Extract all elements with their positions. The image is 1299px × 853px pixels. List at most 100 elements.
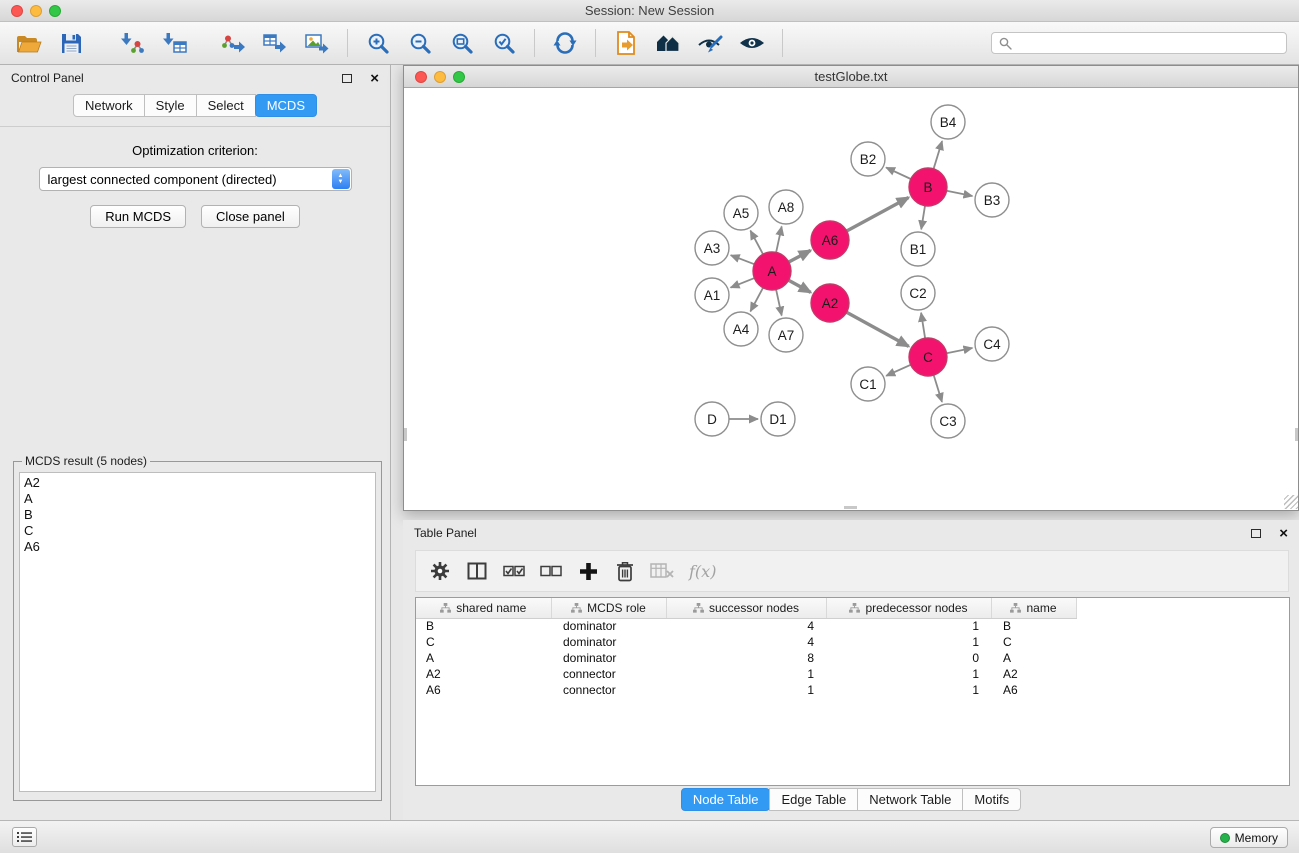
table-cell[interactable]: A2 [416,666,551,682]
graph-edge-B-B1[interactable] [921,206,925,230]
column-header-shared-name[interactable]: shared name [416,598,551,618]
graph-edge-A-A1[interactable] [731,278,755,288]
welcome-screen-button[interactable] [649,25,687,61]
column-header-name[interactable]: name [991,598,1076,618]
table-cell[interactable]: A6 [991,682,1076,698]
close-panel-icon[interactable]: × [1279,526,1288,541]
graph-edge-C-C3[interactable] [934,375,942,402]
table-cell[interactable]: connector [551,666,666,682]
graph-edge-A-A2[interactable] [789,280,811,292]
close-window-button[interactable] [11,5,23,17]
minimize-window-button[interactable] [30,5,42,17]
graph-edge-A6-B[interactable] [847,198,909,232]
column-header-successor-nodes[interactable]: successor nodes [666,598,826,618]
table-row[interactable]: Adominator80A [416,650,1076,666]
save-session-button[interactable] [52,25,90,61]
table-cell[interactable]: 4 [666,634,826,650]
tab-motifs[interactable]: Motifs [962,788,1021,811]
minimize-network-button[interactable] [434,71,446,83]
apply-layout-button[interactable] [546,25,584,61]
table-cell[interactable]: A [416,650,551,666]
tab-style[interactable]: Style [144,94,197,117]
mcds-result-item[interactable]: C [24,523,375,539]
graph-edge-C-C2[interactable] [921,313,925,338]
graph-edge-C-C4[interactable] [947,348,973,353]
close-panel-icon[interactable]: × [370,71,379,86]
graph-edge-A-A6[interactable] [789,250,811,262]
graph-edge-A-A8[interactable] [776,227,782,253]
delete-table-button[interactable] [650,553,674,589]
table-cell[interactable]: C [416,634,551,650]
column-header-mcds-role[interactable]: MCDS role [551,598,666,618]
hide-graphics-details-button[interactable] [691,25,729,61]
graph-edge-A-A7[interactable] [776,290,782,316]
table-row[interactable]: Bdominator41B [416,618,1076,634]
resize-grip[interactable] [1284,495,1298,509]
table-cell[interactable]: 8 [666,650,826,666]
table-cell[interactable]: A6 [416,682,551,698]
table-cell[interactable]: 1 [826,682,991,698]
export-image-button[interactable] [298,25,336,61]
mcds-result-item[interactable]: A6 [24,539,375,555]
graph-edge-A-A4[interactable] [750,288,763,312]
tab-mcds[interactable]: MCDS [255,94,317,117]
zoom-fit-button[interactable] [443,25,481,61]
zoom-out-button[interactable] [401,25,439,61]
close-panel-button[interactable]: Close panel [201,205,300,228]
network-canvas[interactable]: AA1A2A3A4A5A6A7A8BB1B2B3B4CC1C2C3C4DD1 [404,88,1298,509]
table-row[interactable]: A6connector11A6 [416,682,1076,698]
import-table-button[interactable] [156,25,194,61]
table-cell[interactable]: C [991,634,1076,650]
open-session-button[interactable] [10,25,48,61]
table-cell[interactable]: dominator [551,618,666,634]
tab-select[interactable]: Select [196,94,256,117]
table-cell[interactable]: B [416,618,551,634]
tab-edge-table[interactable]: Edge Table [769,788,858,811]
document-button[interactable] [607,25,645,61]
float-panel-icon[interactable] [1251,529,1261,538]
table-cell[interactable]: 0 [826,650,991,666]
table-cell[interactable]: 1 [826,666,991,682]
table-options-button[interactable] [428,553,452,589]
optimization-dropdown[interactable]: largest connected component (directed) ▲… [39,167,352,191]
task-history-button[interactable] [12,827,37,847]
table-row[interactable]: Cdominator41C [416,634,1076,650]
close-network-button[interactable] [415,71,427,83]
fullscreen-window-button[interactable] [49,5,61,17]
table-cell[interactable]: 1 [826,618,991,634]
search-input[interactable] [1016,36,1279,50]
table-cell[interactable]: dominator [551,650,666,666]
create-column-button[interactable] [576,553,600,589]
show-columns-button[interactable] [465,553,489,589]
show-graphics-details-button[interactable] [733,25,771,61]
tab-network-table[interactable]: Network Table [857,788,963,811]
graph-edge-C-C1[interactable] [886,365,911,376]
table-row[interactable]: A2connector11A2 [416,666,1076,682]
graph-edge-B-B4[interactable] [934,141,943,169]
import-network-button[interactable] [114,25,152,61]
mcds-result-item[interactable]: A [24,491,375,507]
table-cell[interactable]: 1 [666,666,826,682]
graph-edge-A2-C[interactable] [847,312,909,346]
zoom-selected-button[interactable] [485,25,523,61]
table-cell[interactable]: 4 [666,618,826,634]
deselect-all-columns-button[interactable] [539,553,563,589]
memory-button[interactable]: Memory [1210,827,1288,848]
search-box[interactable] [991,32,1287,54]
maximize-network-button[interactable] [453,71,465,83]
tab-node-table[interactable]: Node Table [681,788,771,811]
table-cell[interactable]: A2 [991,666,1076,682]
mcds-result-item[interactable]: B [24,507,375,523]
run-mcds-button[interactable]: Run MCDS [90,205,186,228]
graph-edge-B-B2[interactable] [886,168,911,180]
function-builder-button[interactable]: f(x) [687,553,716,589]
table-cell[interactable]: A [991,650,1076,666]
export-table-button[interactable] [256,25,294,61]
table-cell[interactable]: 1 [826,634,991,650]
graph-edge-B-B3[interactable] [947,191,973,196]
table-cell[interactable]: dominator [551,634,666,650]
zoom-in-button[interactable] [359,25,397,61]
tab-network[interactable]: Network [73,94,145,117]
mcds-result-item[interactable]: A2 [24,475,375,491]
table-cell[interactable]: 1 [666,682,826,698]
